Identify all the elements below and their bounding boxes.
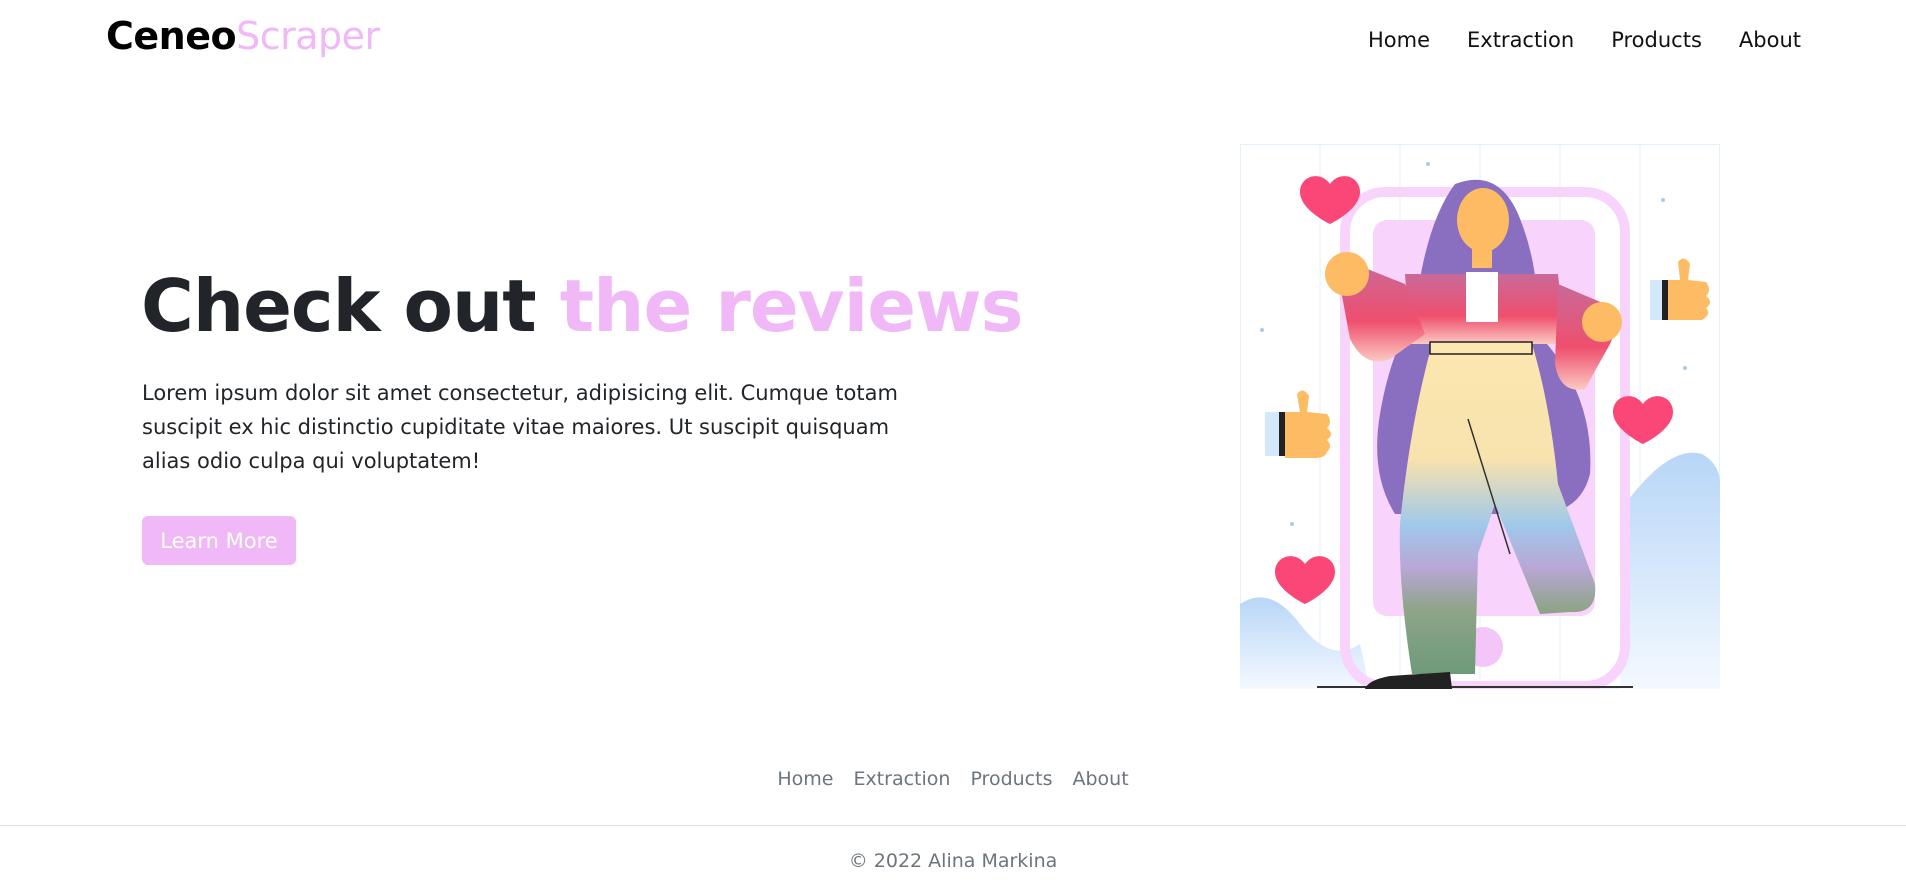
nav-link-about[interactable]: About — [1739, 28, 1801, 52]
hero-heading-accent: the reviews — [559, 264, 1024, 348]
footer-link-about[interactable]: About — [1072, 768, 1128, 790]
nav-link-products[interactable]: Products — [1611, 28, 1702, 52]
copyright-text: © 2022 Alina Markina — [848, 850, 1058, 872]
top-navbar: CeneoScraper Home Extraction Products Ab… — [0, 0, 1906, 88]
woman-with-phone-illustration — [1240, 144, 1720, 691]
brand-logo[interactable]: CeneoScraper — [106, 14, 380, 58]
brand-name-part2: Scraper — [236, 14, 380, 58]
nav-link-extraction[interactable]: Extraction — [1467, 28, 1574, 52]
hero-heading-plain: Check out — [141, 264, 560, 348]
hero-illustration — [1240, 144, 1720, 691]
nav-link-home[interactable]: Home — [1368, 28, 1430, 52]
main-nav: Home Extraction Products About — [1368, 28, 1801, 52]
learn-more-button[interactable]: Learn More — [142, 516, 296, 565]
hero-description: Lorem ipsum dolor sit amet consectetur, … — [142, 381, 898, 473]
footer-divider — [0, 825, 1906, 826]
footer-link-products[interactable]: Products — [970, 768, 1052, 790]
brand-name-part1: Ceneo — [106, 14, 237, 58]
footer-link-extraction[interactable]: Extraction — [853, 768, 950, 790]
hero-heading: Check out the reviews — [141, 264, 1023, 348]
footer-nav: Home Extraction Products About — [0, 768, 1906, 790]
footer-link-home[interactable]: Home — [777, 768, 833, 790]
